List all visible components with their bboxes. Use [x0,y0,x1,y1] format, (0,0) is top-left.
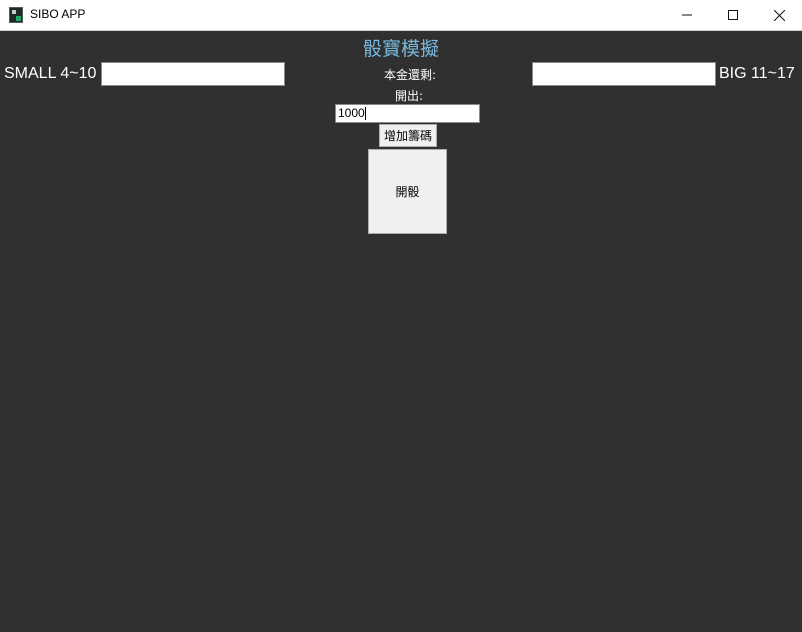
maximize-button[interactable] [710,0,756,30]
minimize-button[interactable] [664,0,710,30]
close-icon [773,9,785,21]
text-caret [364,107,366,121]
dice-app-icon [9,7,23,23]
big-bet-label: BIG 11~17 [719,65,795,82]
amount-value: 1000 [338,106,365,120]
close-button[interactable] [756,0,802,30]
roll-dice-button[interactable]: 開骰 [368,149,447,234]
minimize-icon [682,14,692,16]
small-bet-input[interactable] [101,62,285,86]
title-bar: SIBO APP [0,0,802,31]
add-chips-button[interactable]: 增加籌碼 [379,124,437,147]
balance-label: 本金還剩: [384,68,437,82]
small-bet-label: SMALL 4~10 [4,65,97,82]
amount-input[interactable]: 1000 [335,104,480,123]
result-label: 開出: [395,89,424,103]
maximize-icon [728,10,738,20]
window-title: SIBO APP [30,7,86,21]
big-bet-input[interactable] [532,62,716,86]
page-title: 骰寶模擬 [362,38,439,60]
